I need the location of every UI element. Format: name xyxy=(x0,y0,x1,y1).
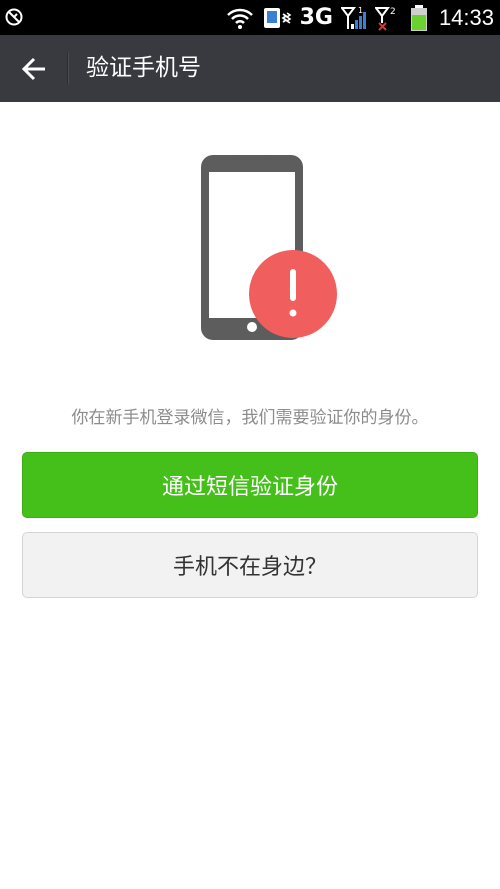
signal-sim1-icon: 1 xyxy=(340,6,366,29)
phone-alert-icon xyxy=(201,155,337,340)
svg-text:2: 2 xyxy=(390,7,396,17)
network-type-label: 3G xyxy=(299,5,333,30)
header-divider xyxy=(67,53,68,85)
battery-charging-icon xyxy=(410,4,427,31)
phone-not-nearby-button[interactable]: 手机不在身边？ xyxy=(22,532,478,598)
page-title: 验证手机号 xyxy=(86,55,201,81)
status-icons: 3G 1 2 14:33 xyxy=(226,0,494,35)
wifi-icon xyxy=(226,8,253,29)
svg-text:1: 1 xyxy=(358,6,363,15)
arrow-left-icon xyxy=(21,57,45,81)
vibrate-icon xyxy=(263,7,292,28)
verification-hint: 你在新手机登录微信，我们需要验证你的身份。 xyxy=(71,408,429,428)
clock: 14:33 xyxy=(438,5,494,30)
back-button[interactable] xyxy=(10,45,58,93)
no-disturb-icon xyxy=(5,8,23,26)
action-bar: 验证手机号 xyxy=(0,35,500,102)
sms-verify-button[interactable]: 通过短信验证身份 xyxy=(22,452,478,518)
signal-sim2-no-service-icon: 2 xyxy=(374,6,396,31)
status-bar: 3G 1 2 14:33 xyxy=(0,0,500,35)
